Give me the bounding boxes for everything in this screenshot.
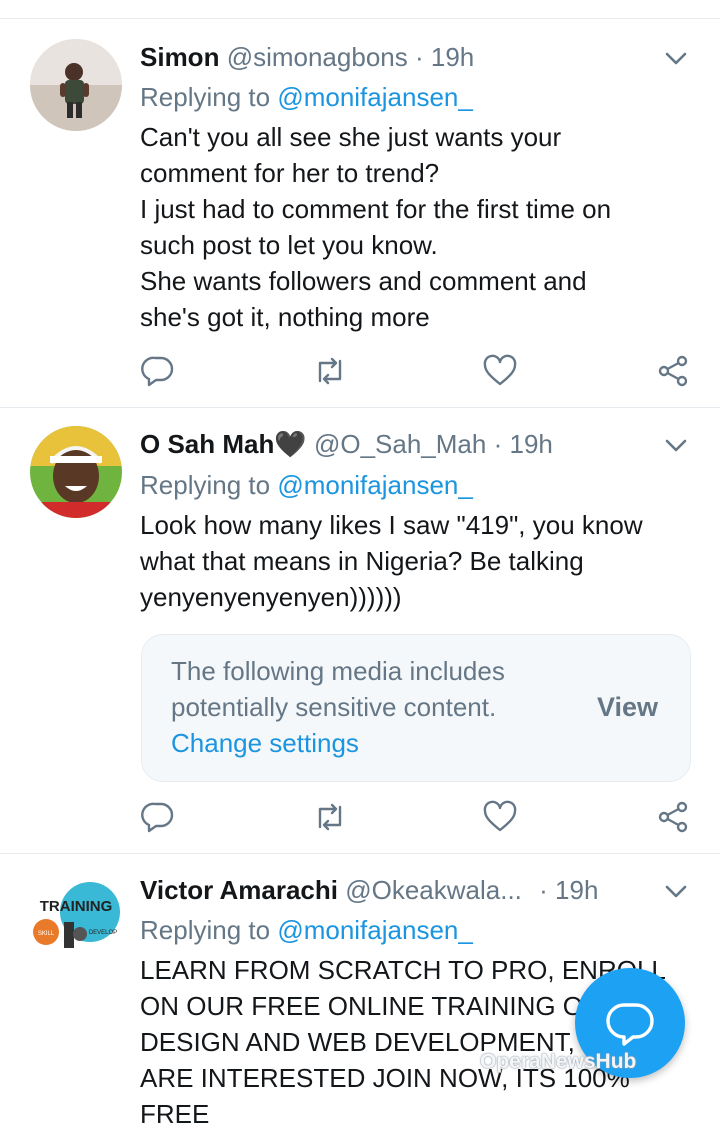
tweet-actions — [140, 799, 700, 839]
separator: · — [493, 429, 503, 459]
avatar-left-text: SKILL — [38, 931, 55, 937]
tweet-header: O Sah Mah🖤 @O_Sah_Mah · 19h — [140, 424, 640, 464]
replying-to: Replying to @monifajansen_ — [140, 79, 473, 115]
tweet-text-line: she's got it, nothing more — [140, 302, 430, 332]
change-settings-link[interactable]: Change settings — [171, 725, 359, 761]
sensitive-media-notice: The following media includes potentially… — [141, 634, 691, 782]
chevron-down-icon[interactable] — [662, 44, 690, 72]
share-icon[interactable] — [655, 353, 691, 389]
timestamp[interactable]: 19h — [431, 42, 474, 72]
separator: · — [539, 875, 548, 905]
tweet-text: Look how many likes I saw "419", you kno… — [140, 507, 695, 615]
mention-link[interactable]: @monifajansen_ — [277, 82, 473, 112]
mention-link[interactable]: @monifajansen_ — [277, 915, 473, 945]
view-button[interactable]: View — [597, 689, 658, 725]
avatar-o-sah-mah[interactable] — [30, 426, 122, 518]
replying-to: Replying to @monifajansen_ — [140, 467, 473, 503]
chevron-down-icon[interactable] — [662, 877, 690, 905]
username[interactable]: @simonagbons — [227, 42, 408, 72]
timestamp[interactable]: 19h — [555, 875, 598, 905]
tweet-actions — [140, 353, 700, 393]
timestamp[interactable]: 19h — [510, 429, 553, 459]
avatar-title-text: TRAINING — [40, 898, 113, 915]
tweet-text-line: She wants followers and comment and — [140, 266, 587, 296]
sensitive-notice-text: The following media includes potentially… — [171, 653, 505, 725]
avatar-right-text: DEVELOP — [89, 930, 117, 936]
tweet-simon[interactable]: Simon @simonagbons · 19h Replying to @mo… — [0, 0, 720, 408]
tweet-text-line: Look how many likes I saw "419", you kno… — [140, 510, 643, 540]
avatar-simon[interactable] — [30, 39, 122, 131]
tweet-text: Can't you all see she just wants your co… — [140, 119, 695, 335]
tweet-text-line: Can't you all see she just wants your — [140, 122, 562, 152]
retweet-icon[interactable] — [312, 799, 348, 835]
heart-emoji: 🖤 — [274, 429, 307, 459]
mention-link[interactable]: @monifajansen_ — [277, 470, 473, 500]
replying-prefix: Replying to — [140, 82, 278, 112]
tweet-o-sah-mah[interactable]: O Sah Mah🖤 @O_Sah_Mah · 19h Replying to … — [0, 408, 720, 853]
display-name[interactable]: Simon — [140, 42, 219, 72]
retweet-icon[interactable] — [312, 353, 348, 389]
separator: · — [414, 42, 424, 72]
sensitive-notice-line: potentially sensitive content. — [171, 692, 497, 722]
tweet-text-line: I just had to comment for the first time… — [140, 194, 612, 224]
sensitive-notice-line: The following media includes — [171, 656, 505, 686]
avatar-victor-amarachi[interactable]: TRAINING SKILL DEVELOP — [30, 872, 122, 964]
watermark: OperaNewsHub — [480, 1050, 637, 1073]
tweet-text-line: yenyenyenyenyen)))))) — [140, 582, 402, 612]
tweet-header: Victor Amarachi @Okeakwala... · 19h — [140, 870, 640, 910]
share-icon[interactable] — [655, 799, 691, 835]
tweet-text-line: what that means in Nigeria? Be talking — [140, 546, 584, 576]
reply-icon[interactable] — [140, 353, 176, 389]
like-icon[interactable] — [482, 799, 518, 835]
replying-prefix: Replying to — [140, 915, 278, 945]
tweet-header: Simon @simonagbons · 19h — [140, 37, 640, 77]
display-name[interactable]: Victor Amarachi — [140, 875, 338, 905]
display-name[interactable]: O Sah Mah — [140, 429, 274, 459]
tweet-text-line: FREE — [140, 1099, 210, 1129]
chevron-down-icon[interactable] — [662, 431, 690, 459]
username[interactable]: @O_Sah_Mah — [314, 429, 486, 459]
tweet-text-line: such post to let you know. — [140, 230, 438, 260]
tweet-text-line: comment for her to trend? — [140, 158, 440, 188]
like-icon[interactable] — [482, 353, 518, 389]
username[interactable]: @Okeakwala... — [345, 875, 522, 905]
reply-icon[interactable] — [140, 799, 176, 835]
replying-to: Replying to @monifajansen_ — [140, 912, 473, 948]
replying-prefix: Replying to — [140, 470, 278, 500]
